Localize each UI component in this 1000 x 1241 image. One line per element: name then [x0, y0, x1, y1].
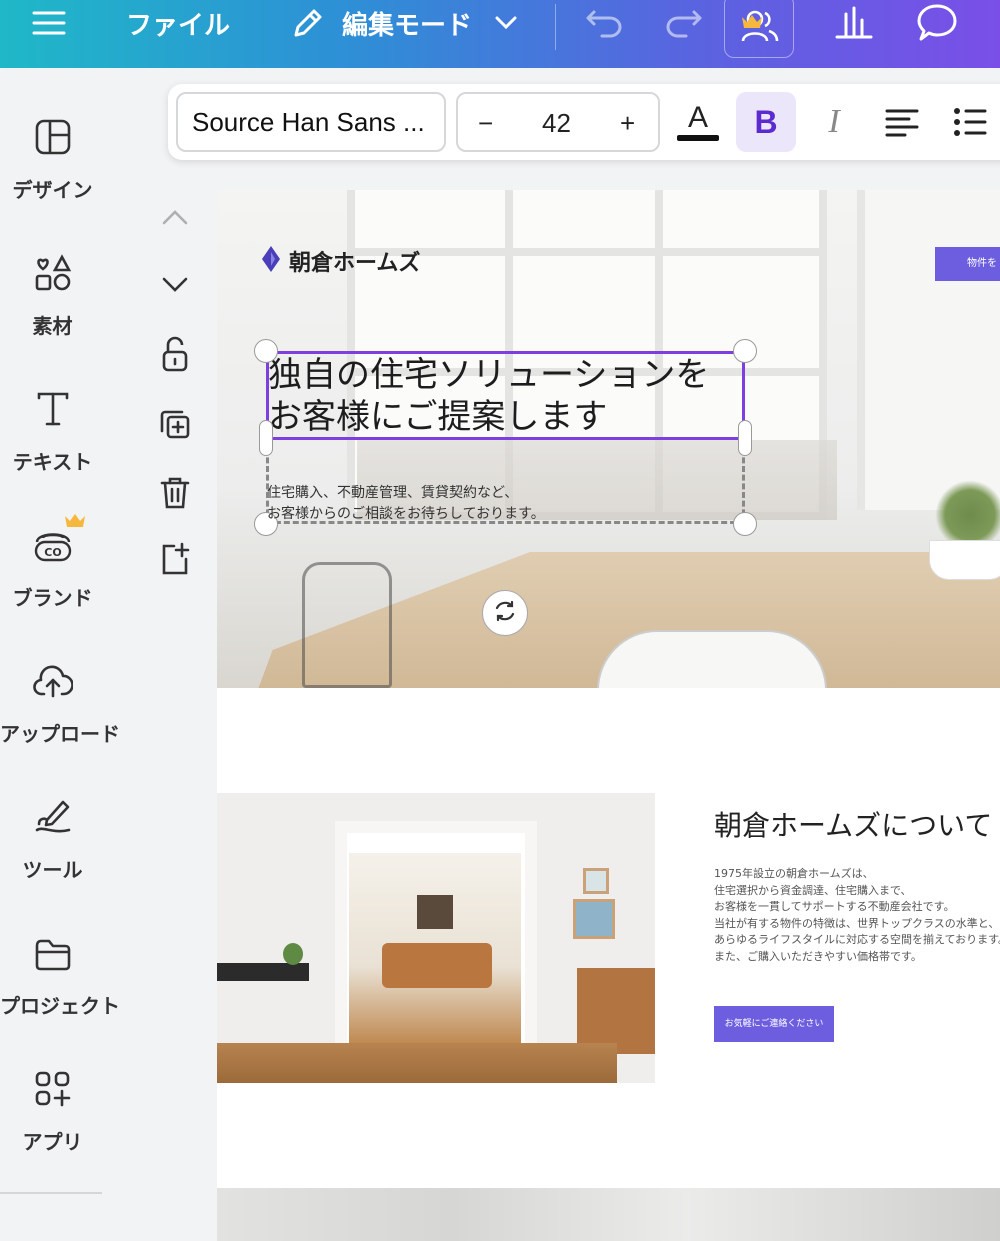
diamond-logo-icon [261, 245, 281, 277]
resize-handle-left[interactable] [259, 420, 273, 456]
crown-icon [741, 13, 763, 29]
edit-mode-label: 編集モード [342, 10, 473, 41]
sidebar-item-brand[interactable]: CO ブランド [0, 514, 105, 611]
left-sidebar: デザイン 素材 テキスト CO ブランド アップロード ツール プロジェクト ア… [0, 68, 120, 1241]
elements-icon [0, 248, 105, 292]
sidebar-item-label: テキスト [12, 450, 93, 474]
bold-label: B [754, 103, 778, 140]
about-title[interactable]: 朝倉ホームズについて [714, 804, 992, 844]
chair-left [302, 562, 392, 688]
undo-icon[interactable] [584, 0, 624, 46]
insights-chart-icon[interactable] [834, 0, 874, 46]
sidebar-item-elements[interactable]: 素材 [0, 248, 105, 339]
hero-image: 朝倉ホームズ 物件を 独自の住宅ソリューションを お客様にご提案します 住宅購入… [217, 190, 1000, 688]
sidebar-item-label: デザイン [12, 178, 93, 202]
apps-icon [0, 1064, 105, 1108]
italic-label: I [828, 103, 840, 140]
file-menu[interactable]: ファイル [126, 0, 230, 46]
sidebar-item-label: アップロード [0, 722, 120, 746]
about-line: あらゆるライフスタイルに対応する空間を揃えております。 [714, 933, 1000, 946]
subtext-line-1: 住宅購入、不動産管理、賃貸契約など、 [267, 485, 519, 501]
text-color-icon: A [687, 101, 708, 134]
sidebar-item-label: アプリ [22, 1130, 83, 1154]
sidebar-item-design[interactable]: デザイン [0, 112, 105, 203]
about-line: 当社が有する物件の特徴は、世界トップクラスの水準と、 [714, 916, 1000, 930]
sidebar-item-upload[interactable]: アップロード [0, 656, 120, 747]
resize-handle-bottom-right[interactable] [733, 512, 757, 536]
resize-handle-right[interactable] [738, 420, 752, 456]
align-left-icon[interactable] [872, 92, 932, 152]
nav-cta-button[interactable]: 物件を [935, 247, 1000, 281]
layout-icon [0, 112, 105, 156]
about-line: また、ご購入いただきやすい価格帯です。 [714, 949, 922, 963]
subtext-line-2: お客様からのご相談をお待ちしております。 [267, 506, 545, 522]
chevron-down-icon [494, 15, 518, 31]
rotate-icon [492, 598, 518, 628]
resize-handle-top-right[interactable] [733, 339, 757, 363]
brand-logo: 朝倉ホームズ [261, 245, 420, 277]
sidebar-item-text[interactable]: テキスト [0, 384, 105, 475]
about-line: お客様を一貫してサポートする不動産会社です。 [714, 900, 955, 913]
sidebar-divider [0, 1192, 102, 1194]
upload-cloud-icon [0, 656, 105, 700]
window-frame-right [857, 190, 1000, 510]
decrease-font-size-button[interactable]: − [478, 108, 493, 139]
menu-icon[interactable] [32, 0, 66, 46]
bold-button[interactable]: B [736, 92, 796, 152]
pencil-icon [290, 5, 326, 41]
text-selection-frame [266, 351, 745, 440]
sidebar-item-label: 素材 [32, 314, 73, 338]
about-line: 1975年設立の朝倉ホームズは、 [714, 867, 874, 880]
edit-mode-menu[interactable]: 編集モード [290, 0, 518, 46]
text-icon [0, 384, 105, 428]
chair-right [597, 630, 827, 688]
text-toolbar: Source Han Sans ... − 42 + A B I [168, 84, 1000, 160]
add-page-icon[interactable] [140, 542, 210, 576]
toolbar-divider [555, 4, 556, 50]
duplicate-icon[interactable] [140, 408, 210, 440]
redo-icon[interactable] [664, 0, 704, 46]
crown-icon [64, 512, 86, 532]
about-body[interactable]: 1975年設立の朝倉ホームズは、 住宅選択から資金調達、住宅購入まで、 お客様を… [714, 866, 1000, 965]
sidebar-item-label: プロジェクト [0, 994, 120, 1018]
sidebar-item-projects[interactable]: プロジェクト [0, 928, 120, 1019]
folder-icon [0, 928, 105, 972]
about-image [217, 793, 655, 1083]
sidebar-item-apps[interactable]: アプリ [0, 1064, 105, 1155]
chevron-down-icon[interactable] [140, 276, 210, 294]
next-section-image [217, 1188, 1000, 1241]
font-family-select[interactable]: Source Han Sans ... [176, 92, 446, 152]
sidebar-item-label: ツール [22, 858, 83, 882]
draw-tool-icon [0, 792, 105, 836]
chevron-up-icon[interactable] [140, 208, 210, 226]
font-size-stepper: − 42 + [456, 92, 660, 152]
plant-pot [929, 540, 1000, 580]
contact-button[interactable]: お気軽にご連絡ください [714, 1006, 834, 1042]
design-canvas[interactable]: 朝倉ホームズ 物件を 独自の住宅ソリューションを お客様にご提案します 住宅購入… [217, 190, 1000, 1241]
brand-icon: CO [0, 514, 105, 564]
top-bar: ファイル 編集モード [0, 0, 1000, 68]
share-collab-button[interactable] [724, 0, 794, 58]
increase-font-size-button[interactable]: + [620, 108, 635, 139]
bullet-list-icon[interactable] [940, 92, 1000, 152]
about-line: 住宅選択から資金調達、住宅購入まで、 [714, 883, 912, 897]
comment-icon[interactable] [916, 0, 958, 46]
font-size-value[interactable]: 42 [542, 108, 571, 139]
sidebar-item-tools[interactable]: ツール [0, 792, 105, 883]
resize-handle-top-left[interactable] [254, 339, 278, 363]
unlock-icon[interactable] [140, 336, 210, 374]
hero-subtext[interactable]: 住宅購入、不動産管理、賃貸契約など、 お客様からのご相談をお待ちしております。 [267, 483, 545, 525]
sidebar-item-label: ブランド [12, 586, 93, 610]
italic-button[interactable]: I [804, 92, 864, 152]
rotate-handle[interactable] [482, 590, 528, 636]
svg-text:CO: CO [44, 546, 61, 559]
brand-name: 朝倉ホームズ [289, 251, 421, 276]
text-color-swatch [677, 135, 719, 141]
text-color-button[interactable]: A [668, 92, 728, 152]
trash-icon[interactable] [140, 476, 210, 510]
